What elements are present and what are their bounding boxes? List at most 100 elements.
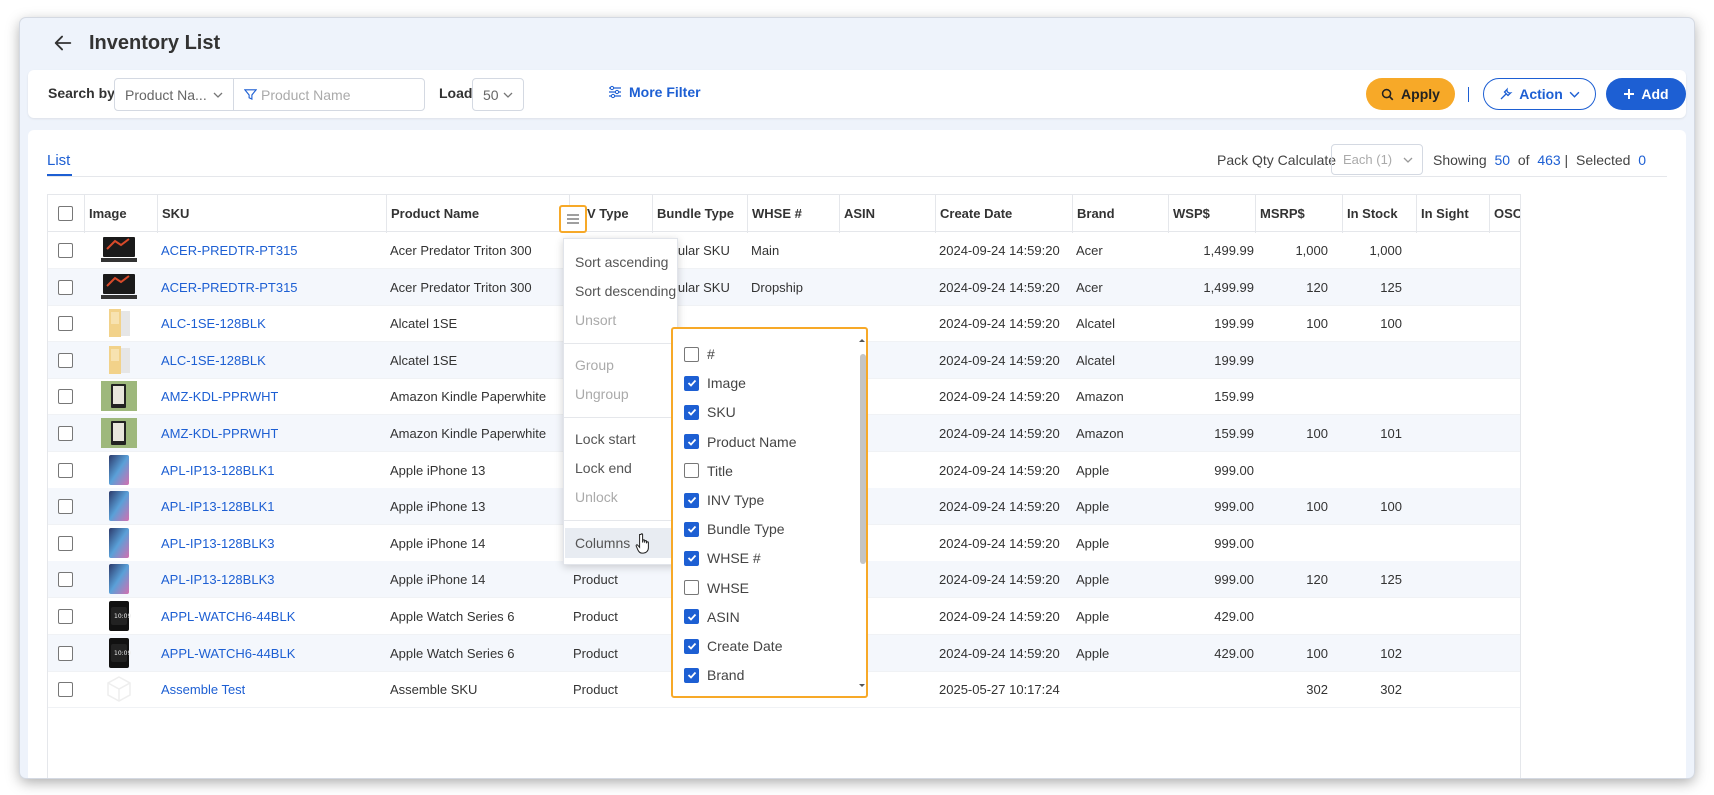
menu-ungroup[interactable]: Ungroup	[575, 386, 629, 402]
menu-sort-ascending[interactable]: Sort ascending	[575, 254, 668, 270]
sku-link[interactable]: ALC-1SE-128BLK	[161, 305, 266, 342]
column-header-in-stock[interactable]: In Stock	[1342, 195, 1398, 233]
product-name: Assemble SKU	[390, 682, 478, 698]
search-input[interactable]: Product Name	[233, 78, 425, 111]
row-checkbox[interactable]	[58, 389, 73, 405]
load-label: Load	[439, 85, 473, 101]
tab-divider	[47, 176, 1667, 177]
column-toggle-product-name[interactable]: Product Name	[684, 432, 796, 452]
kindle-thumbnail	[101, 418, 137, 448]
menu-sort-descending[interactable]: Sort descending	[575, 283, 676, 299]
column-header-product-name[interactable]: Product Name	[386, 195, 479, 233]
column-header-in-sight[interactable]: In Sight	[1416, 195, 1469, 233]
apply-button[interactable]: Apply	[1366, 78, 1455, 110]
row-checkbox[interactable]	[58, 645, 73, 661]
column-toggle-whse[interactable]: WHSE	[684, 578, 749, 598]
row-checkbox[interactable]	[58, 682, 73, 698]
iphone-thumbnail	[101, 564, 137, 595]
scroll-down-icon[interactable]	[858, 683, 866, 689]
column-toggle-checkbox[interactable]	[684, 521, 699, 537]
showing-count: 50	[1494, 152, 1511, 168]
sku-link[interactable]: ALC-1SE-128BLK	[161, 342, 266, 379]
row-checkbox[interactable]	[58, 535, 73, 551]
sku-link[interactable]: APPL-WATCH6-44BLK	[161, 598, 295, 635]
sku-link[interactable]: AMZ-KDL-PPRWHT	[161, 378, 278, 415]
column-toggle-checkbox[interactable]	[684, 667, 699, 683]
tab-list[interactable]: List	[47, 152, 70, 169]
column-toggle-checkbox[interactable]	[684, 404, 699, 420]
in-sight-value	[1322, 598, 1402, 635]
menu-lock-start[interactable]: Lock start	[575, 431, 636, 447]
column-header-image[interactable]: Image	[84, 195, 127, 233]
column-header-whse[interactable]: WHSE #	[747, 195, 802, 233]
column-toggle-whse[interactable]: WHSE #	[684, 548, 761, 568]
sku-link[interactable]: AMZ-KDL-PPRWHT	[161, 415, 278, 452]
in-stock-value: 100	[1306, 499, 1328, 515]
row-checkbox[interactable]	[58, 352, 73, 368]
column-toggle-inv-type[interactable]: INV Type	[684, 490, 764, 510]
column-toggle-label: Create Date	[707, 638, 783, 654]
column-toggle-checkbox[interactable]	[684, 463, 699, 479]
add-button[interactable]: Add	[1606, 78, 1686, 110]
column-header-oso[interactable]: OSO	[1489, 195, 1520, 233]
column-menu-button[interactable]	[559, 205, 587, 233]
select-all-checkbox[interactable]	[58, 206, 73, 221]
create-date: 2024-09-24 14:59:20	[939, 352, 1060, 368]
column-toggle-checkbox[interactable]	[684, 434, 699, 450]
column-toggle-create-date[interactable]: Create Date	[684, 636, 782, 656]
column-header-brand[interactable]: Brand	[1072, 195, 1115, 233]
sku-link[interactable]: ACER-PREDTR-PT315	[161, 269, 298, 306]
search-field-select[interactable]: Product Na...	[114, 78, 234, 111]
scrollbar-thumb[interactable]	[860, 354, 866, 564]
column-toggle-sku[interactable]: SKU	[684, 402, 736, 422]
row-checkbox[interactable]	[58, 499, 73, 515]
table-row[interactable]: ACER-PREDTR-PT315 Acer Predator Triton 30…	[48, 232, 1520, 269]
column-toggle-brand[interactable]: Brand	[684, 665, 744, 685]
row-checkbox[interactable]	[58, 609, 73, 624]
column-toggle-checkbox[interactable]	[684, 492, 699, 508]
row-checkbox[interactable]	[58, 243, 73, 258]
menu-unsort[interactable]: Unsort	[575, 312, 616, 328]
sku-link[interactable]: ACER-PREDTR-PT315	[161, 232, 298, 269]
column-toggle-checkbox[interactable]	[684, 346, 699, 362]
menu-columns[interactable]: Columns	[565, 528, 678, 558]
column-header-bundle-type[interactable]: Bundle Type	[652, 195, 734, 233]
sku-link[interactable]: APL-IP13-128BLK1	[161, 452, 274, 489]
column-header-wsp[interactable]: WSP$	[1168, 195, 1210, 233]
row-checkbox[interactable]	[58, 426, 73, 441]
column-toggle-title[interactable]: Title	[684, 461, 733, 481]
scroll-up-icon[interactable]	[858, 337, 866, 343]
more-filter-button[interactable]: More Filter	[608, 84, 701, 100]
row-checkbox[interactable]	[58, 462, 73, 478]
column-toggle-checkbox[interactable]	[684, 638, 699, 654]
column-toggle-bundle-type[interactable]: Bundle Type	[684, 519, 785, 539]
sku-link[interactable]: APL-IP13-128BLK3	[161, 561, 274, 598]
column-header-asin[interactable]: ASIN	[839, 195, 875, 233]
table-row[interactable]: ACER-PREDTR-PT315 Acer Predator Triton 30…	[48, 268, 1520, 306]
sku-link[interactable]: APL-IP13-128BLK1	[161, 488, 274, 525]
sku-link[interactable]: APL-IP13-128BLK3	[161, 525, 274, 562]
load-select[interactable]: 50	[472, 78, 524, 111]
column-header-create-date[interactable]: Create Date	[935, 195, 1012, 233]
column-toggle-asin[interactable]: ASIN	[684, 607, 740, 627]
back-arrow-icon[interactable]	[52, 32, 74, 54]
row-checkbox[interactable]	[58, 572, 73, 588]
action-button[interactable]: Action	[1483, 78, 1596, 110]
column-toggle-image[interactable]: Image	[684, 373, 746, 393]
column-toggle-checkbox[interactable]	[684, 609, 699, 625]
sku-link[interactable]: Assemble Test	[161, 671, 245, 708]
in-stock-value	[1248, 378, 1328, 415]
column-header-msrp[interactable]: MSRP$	[1255, 195, 1305, 233]
column-toggle-number[interactable]: #	[684, 344, 715, 364]
menu-unlock[interactable]: Unlock	[575, 489, 618, 505]
row-checkbox[interactable]	[58, 316, 73, 332]
column-header-sku[interactable]: SKU	[157, 195, 189, 233]
column-toggle-checkbox[interactable]	[684, 375, 699, 391]
sku-link[interactable]: APPL-WATCH6-44BLK	[161, 635, 295, 672]
pack-qty-select[interactable]: Each (1)	[1331, 144, 1423, 175]
menu-lock-end[interactable]: Lock end	[575, 460, 632, 476]
row-checkbox[interactable]	[58, 279, 73, 295]
menu-group[interactable]: Group	[575, 357, 614, 373]
column-toggle-checkbox[interactable]	[684, 580, 699, 596]
column-toggle-checkbox[interactable]	[684, 550, 699, 566]
